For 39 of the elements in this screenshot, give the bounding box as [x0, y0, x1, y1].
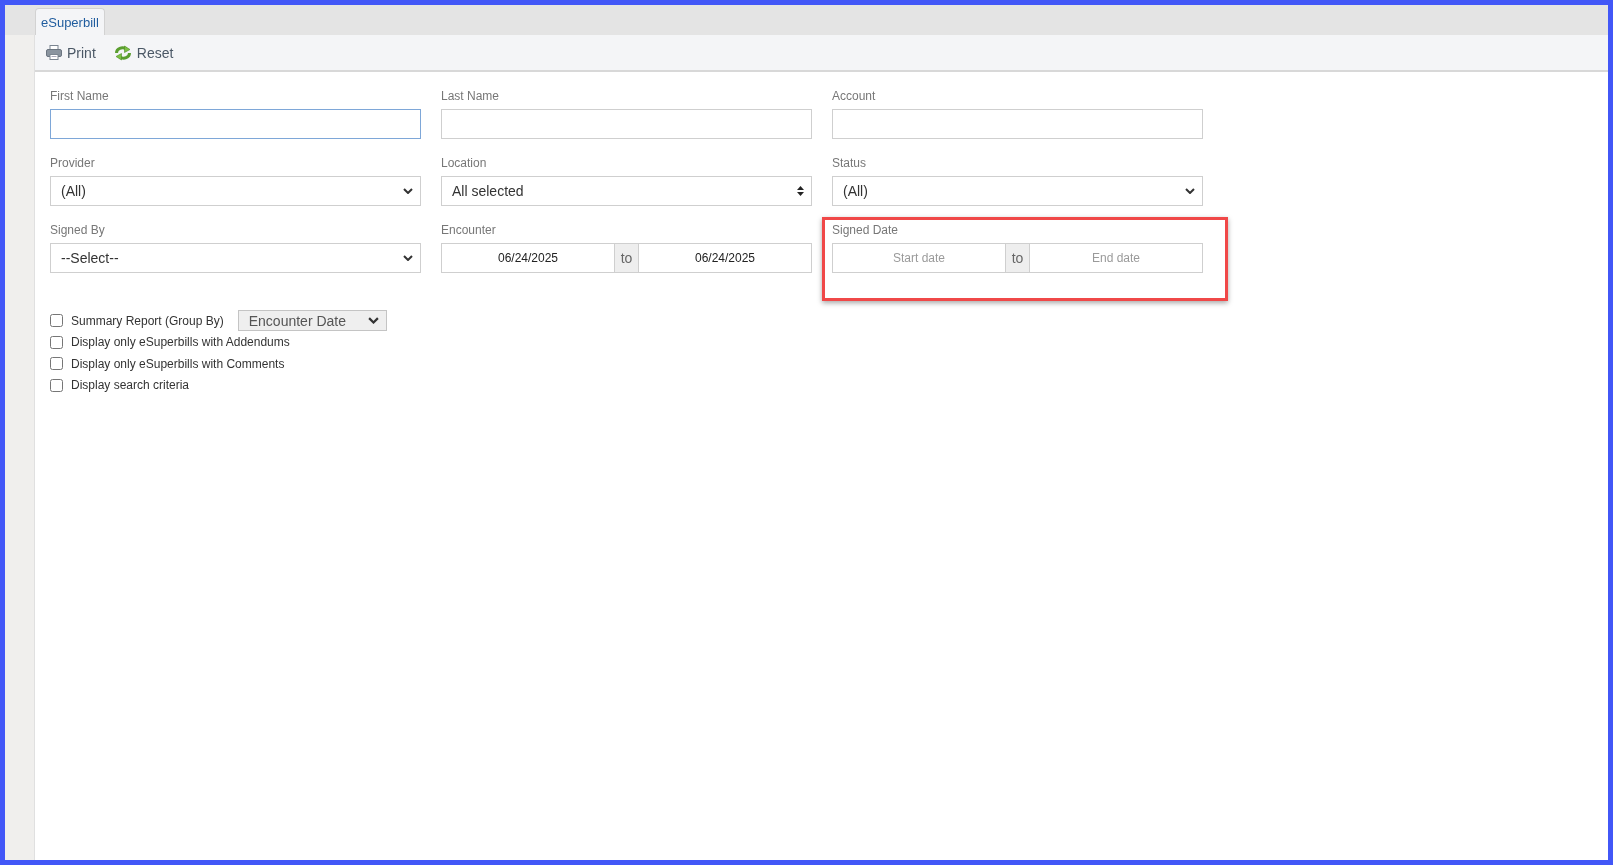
field-label: Account: [832, 89, 876, 103]
field-label: Location: [441, 156, 487, 170]
field-label: Provider: [50, 156, 95, 170]
chevron-down-icon: [1185, 187, 1195, 195]
field-label: Encounter: [441, 223, 496, 237]
reset-button[interactable]: Reset: [113, 44, 174, 61]
checkbox[interactable]: [50, 314, 63, 328]
chevron-down-icon: [403, 254, 413, 262]
dropdown[interactable]: (All): [832, 176, 1203, 206]
field-label: First Name: [50, 89, 109, 103]
group-by-dropdown[interactable]: Encounter Date: [237, 310, 387, 332]
dropdown[interactable]: (All): [50, 176, 421, 206]
checkbox-label: Display only eSuperbills with Addendums: [71, 335, 290, 350]
text-field[interactable]: [441, 109, 812, 139]
date-range-field[interactable]: Start date to End date: [832, 243, 1203, 273]
print-button[interactable]: Print: [46, 44, 96, 61]
text-field[interactable]: [50, 109, 421, 139]
range-separator: to: [614, 244, 639, 272]
refresh-arrows-icon: [113, 44, 132, 61]
printer-icon: [46, 45, 62, 60]
checkbox-label: Summary Report (Group By): [71, 313, 224, 328]
range-separator: to: [1005, 244, 1030, 272]
field-label: Signed By: [50, 223, 105, 237]
tab[interactable]: eSuperbill: [35, 8, 105, 35]
field-label: Status: [832, 156, 867, 170]
checkbox-label: Display search criteria: [71, 378, 190, 393]
date-range-field[interactable]: 06/24/2025 to 06/24/2025: [441, 243, 812, 273]
checkbox[interactable]: [50, 335, 63, 349]
chevron-down-icon: [403, 187, 413, 195]
checkbox[interactable]: [50, 357, 63, 371]
up-down-caret-icon: [797, 186, 804, 196]
text-field[interactable]: [832, 109, 1203, 139]
multiselect-dropdown[interactable]: All selected: [441, 176, 812, 206]
checkbox-label: Display only eSuperbills with Comments: [71, 356, 285, 371]
field-label: Signed Date: [832, 223, 899, 237]
chevron-down-icon: [367, 317, 379, 325]
field-label: Last Name: [441, 89, 500, 103]
dropdown[interactable]: --Select--: [50, 243, 421, 273]
checkbox[interactable]: [50, 378, 63, 392]
